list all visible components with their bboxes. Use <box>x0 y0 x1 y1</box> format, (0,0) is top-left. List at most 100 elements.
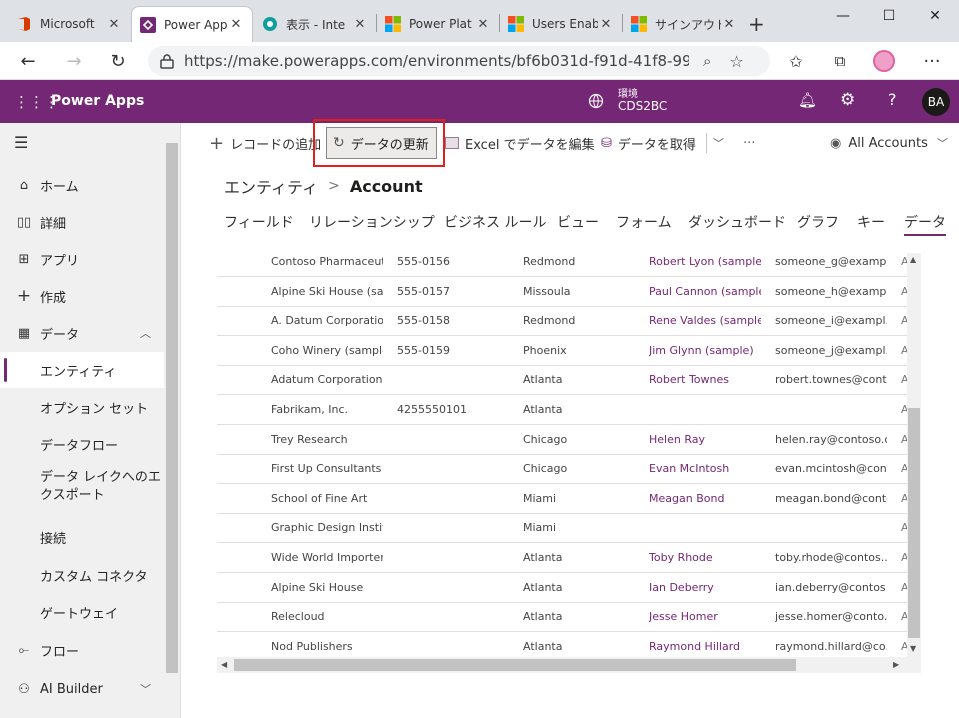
browser-tab-power-platform[interactable]: Power Plat ✕ <box>377 6 499 42</box>
primary-contact-cell[interactable]: Jim Glynn (sample) <box>649 336 761 365</box>
scroll-right-icon[interactable]: ▶ <box>893 660 899 669</box>
table-row[interactable]: Coho Winery (sample) 555-0159 Phoenix Jim G… <box>217 336 907 366</box>
app-name[interactable]: Power Apps <box>51 93 144 109</box>
browser-tab-powerapps[interactable]: Power Apps ✕ <box>131 6 253 42</box>
favorite-star-icon[interactable]: ☆ <box>729 52 743 71</box>
chevron-down-icon[interactable]: ﹀ <box>140 681 151 697</box>
refresh-data-button[interactable]: ↻ データの更新 <box>326 127 437 159</box>
browser-tab-microsoft[interactable]: Microsoft ✕ <box>8 6 130 42</box>
tab-data[interactable]: データ <box>904 212 946 236</box>
scroll-left-icon[interactable]: ◀ <box>221 660 227 669</box>
table-row[interactable]: Adatum Corporation Atlanta Robert Townes ro… <box>217 365 907 396</box>
back-button[interactable]: ← <box>14 47 42 75</box>
environment-name[interactable]: CDS2BC <box>618 99 667 113</box>
tab-relationships[interactable]: リレーションシップ <box>309 212 435 232</box>
more-commands-button[interactable]: ··· <box>743 123 755 163</box>
help-icon[interactable]: ? <box>888 90 897 109</box>
hamburger-menu-icon[interactable]: ☰ <box>14 133 28 152</box>
tab-charts[interactable]: グラフ <box>797 212 839 232</box>
tab-views[interactable]: ビュー <box>557 212 599 232</box>
more-options-icon[interactable]: ··· <box>918 47 946 75</box>
nav-item-dataflows[interactable]: データフロー <box>0 426 164 462</box>
primary-contact-cell[interactable]: Jesse Homer <box>649 602 761 631</box>
nav-item-flows[interactable]: ⟜ フロー <box>0 632 164 668</box>
primary-contact-cell[interactable]: Meagan Bond <box>649 484 761 513</box>
nav-item-create[interactable]: + 作成 <box>0 278 164 314</box>
nav-scrollbar-thumb[interactable] <box>166 143 178 673</box>
collections-icon[interactable]: ⧉ <box>826 47 854 75</box>
primary-contact-cell[interactable]: Evan McIntosh <box>649 454 761 483</box>
scroll-down-icon[interactable]: ▼ <box>910 644 916 653</box>
view-selector[interactable]: ◉ All Accounts ﹀ <box>830 123 948 163</box>
favorites-icon[interactable]: ✩ <box>782 47 810 75</box>
table-row[interactable]: Alpine Ski House (sa... 555-0157 Missoula P… <box>217 277 907 307</box>
nav-item-learn[interactable]: ▯▯ 詳細 <box>0 204 164 240</box>
primary-contact-cell[interactable]: Robert Townes <box>649 365 761 394</box>
primary-contact-cell[interactable]: Toby Rhode <box>649 543 761 572</box>
close-tab-icon[interactable]: ✕ <box>228 17 244 32</box>
maximize-button[interactable]: ☐ <box>866 0 912 32</box>
scroll-up-icon[interactable]: ▲ <box>910 255 916 264</box>
tab-forms[interactable]: フォーム <box>616 212 672 232</box>
nav-item-apps[interactable]: ⊞ アプリ <box>0 241 164 277</box>
breadcrumb-entities-link[interactable]: エンティティ <box>224 174 318 198</box>
forward-button[interactable]: → <box>60 47 88 75</box>
primary-contact-cell[interactable]: Helen Ray <box>649 425 761 454</box>
get-data-button[interactable]: ⛁ データを取得 <box>601 123 696 163</box>
tab-keys[interactable]: キー <box>857 212 885 232</box>
nav-item-export-data-lake[interactable]: データ レイクへのエ クスポート <box>0 467 164 507</box>
table-row[interactable]: Graphic Design Instit...MiamiA <box>217 513 907 544</box>
minimize-button[interactable]: — <box>820 0 866 32</box>
close-tab-icon[interactable]: ✕ <box>106 17 122 32</box>
primary-contact-cell[interactable]: Rene Valdes (sample) <box>649 306 761 335</box>
grid-horizontal-scrollbar-thumb[interactable] <box>234 659 796 671</box>
new-tab-button[interactable]: + <box>748 12 765 36</box>
table-row[interactable]: Relecloud Atlanta Jesse Homer jesse.homer@c… <box>217 602 907 633</box>
reload-button[interactable]: ↻ <box>104 47 132 75</box>
browser-tab-signout[interactable]: サインアウト ✕ <box>623 6 745 42</box>
nav-item-custom-connectors[interactable]: カスタム コネクタ <box>0 557 164 593</box>
edit-in-excel-button[interactable]: Excel でデータを編集 <box>445 123 595 163</box>
chevron-down-icon[interactable]: ﹀ <box>713 123 724 163</box>
nav-item-ai-builder[interactable]: ⚇ AI Builder ﹀ <box>0 671 164 707</box>
nav-item-gateways[interactable]: ゲートウェイ <box>0 594 164 630</box>
url-field[interactable]: https://make.powerapps.com/environments/… <box>148 46 770 76</box>
close-tab-icon[interactable]: ✕ <box>475 17 491 32</box>
table-row[interactable]: Nod Publishers Atlanta Raymond Hillard raym… <box>217 632 907 658</box>
table-row[interactable]: Wide World Importers Atlanta Toby Rhode tob… <box>217 543 907 573</box>
table-row[interactable]: Alpine Ski House Atlanta Ian Deberry ian.de… <box>217 573 907 603</box>
settings-gear-icon[interactable]: ⚙ <box>840 90 855 110</box>
avatar[interactable]: BA <box>922 88 950 116</box>
notification-bell-icon[interactable]: 🔔︎ <box>798 91 817 109</box>
browser-tab-dataverse[interactable]: 表示 - Inte ✕ <box>254 6 376 42</box>
tab-dashboards[interactable]: ダッシュボード <box>688 212 786 232</box>
profile-icon[interactable] <box>873 50 895 72</box>
primary-contact-cell[interactable]: Paul Cannon (sample) <box>649 277 761 306</box>
close-window-button[interactable]: ✕ <box>912 0 958 32</box>
table-row[interactable]: First Up Consultants Chicago Evan McIntosh… <box>217 454 907 485</box>
tab-fields[interactable]: フィールド <box>224 212 294 232</box>
add-record-button[interactable]: + レコードの追加 <box>209 123 321 163</box>
close-tab-icon[interactable]: ✕ <box>352 17 368 32</box>
table-row[interactable]: Contoso Pharmaceut... 555-0156 Redmond Robe… <box>217 247 907 277</box>
table-row[interactable]: A. Datum Corporatio... 555-0158 Redmond Ren… <box>217 306 907 337</box>
primary-contact-cell[interactable]: Ian Deberry <box>649 573 761 602</box>
table-row[interactable]: Trey Research Chicago Helen Ray helen.ray@c… <box>217 425 907 455</box>
tab-business-rules[interactable]: ビジネス ルール <box>444 212 546 232</box>
table-row[interactable]: School of Fine Art Miami Meagan Bond meagan… <box>217 484 907 514</box>
browser-tab-users[interactable]: Users Enab ✕ <box>500 6 622 42</box>
chevron-up-icon[interactable]: ︿ <box>140 325 151 341</box>
close-tab-icon[interactable]: ✕ <box>721 17 737 32</box>
nav-item-connections[interactable]: 接続 <box>0 519 164 555</box>
email-cell <box>775 513 887 542</box>
nav-item-entities[interactable]: エンティティ <box>0 352 164 388</box>
nav-item-option-sets[interactable]: オプション セット <box>0 389 164 425</box>
primary-contact-cell[interactable]: Raymond Hillard <box>649 632 761 658</box>
table-row[interactable]: Fabrikam, Inc. 4255550101 Atlanta A <box>217 395 907 425</box>
primary-contact-cell[interactable]: Robert Lyon (sample) <box>649 247 761 276</box>
grid-vertical-scrollbar-thumb[interactable] <box>908 408 920 638</box>
zoom-icon[interactable]: ⌕ <box>703 52 711 70</box>
nav-item-home[interactable]: ⌂ ホーム <box>0 167 164 203</box>
close-tab-icon[interactable]: ✕ <box>598 17 614 32</box>
nav-item-data[interactable]: ▦ データ ︿ <box>0 315 164 351</box>
